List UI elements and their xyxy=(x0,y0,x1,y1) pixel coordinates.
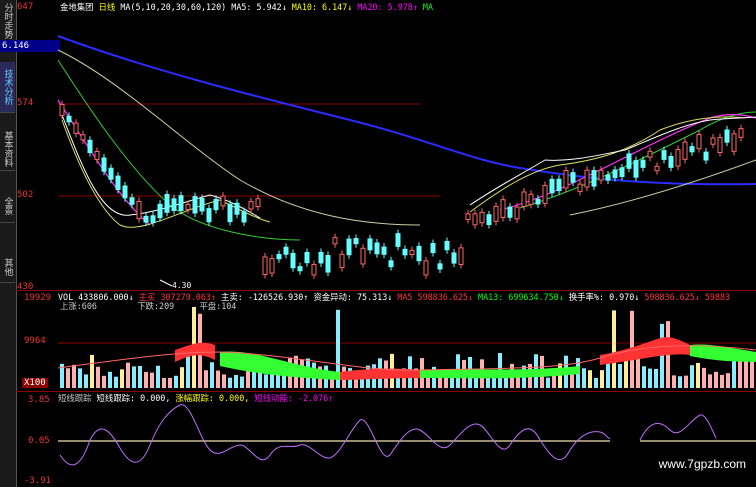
watermark: www.7gpzb.com xyxy=(658,457,746,471)
indicator-chart[interactable] xyxy=(0,0,756,487)
